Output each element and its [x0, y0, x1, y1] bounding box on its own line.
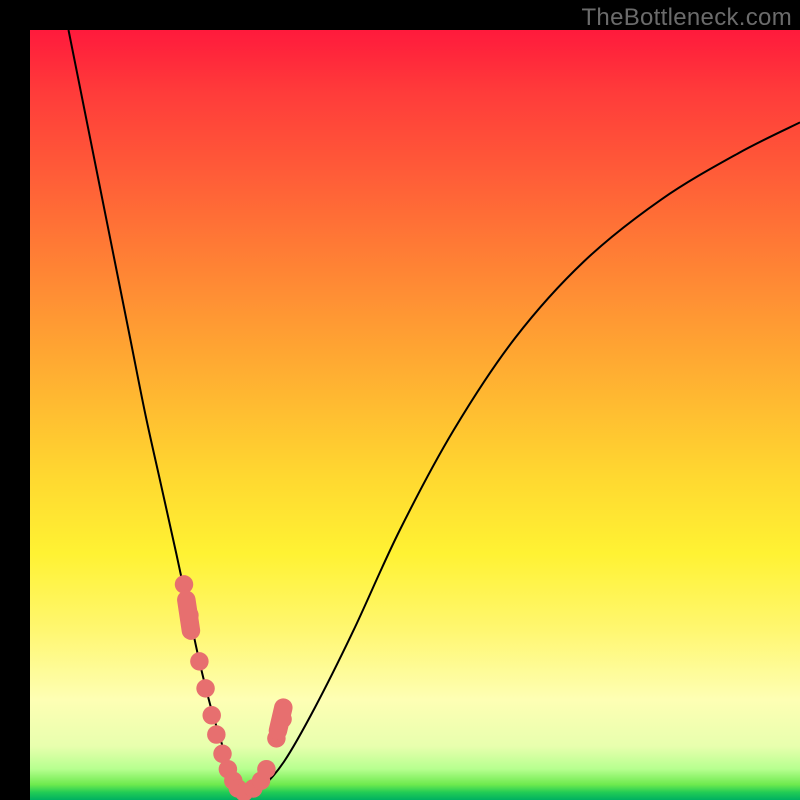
chart-frame: TheBottleneck.com	[0, 0, 800, 800]
watermark-text: TheBottleneck.com	[581, 4, 792, 32]
highlight-point	[207, 725, 225, 743]
highlight-point	[257, 760, 275, 778]
highlight-pill	[278, 708, 283, 731]
curve-layer	[30, 30, 800, 800]
bottleneck-curve	[69, 30, 800, 796]
highlight-point	[190, 652, 208, 670]
highlight-point	[196, 679, 214, 697]
highlight-pill	[186, 600, 191, 631]
plot-area	[30, 30, 800, 800]
highlight-point	[202, 706, 220, 724]
